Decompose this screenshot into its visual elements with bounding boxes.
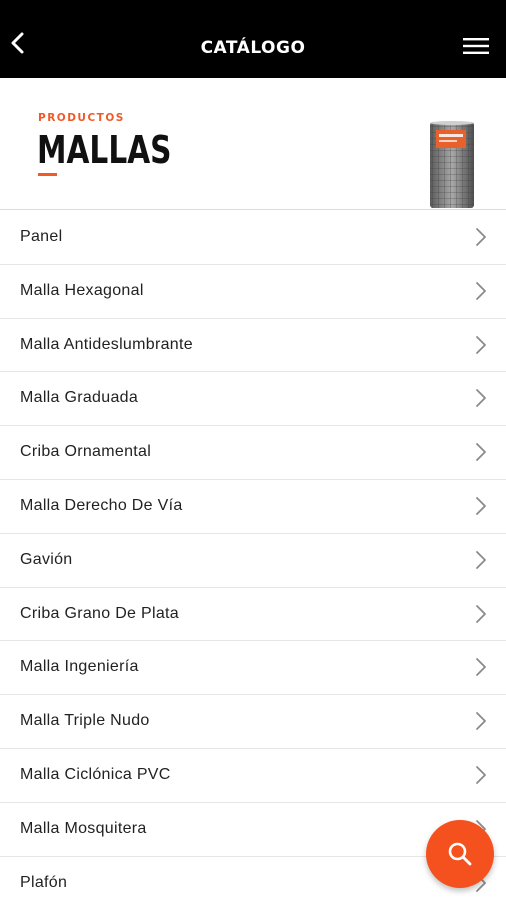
list-item[interactable]: Gavión [0, 534, 506, 588]
list-item[interactable]: Malla Derecho De Vía [0, 480, 506, 534]
category-kicker: PRODUCTOS [38, 112, 125, 124]
list-item[interactable]: Malla Hexagonal [0, 265, 506, 319]
list-item[interactable]: Criba Ornamental [0, 426, 506, 480]
list-item[interactable]: Malla Antideslumbrante [0, 319, 506, 373]
list-item[interactable]: Malla Graduada [0, 372, 506, 427]
chevron-right-icon [476, 550, 486, 569]
chevron-right-icon [476, 389, 486, 408]
list-item-label: Malla Ingeniería [20, 658, 139, 676]
hamburger-menu-icon [463, 38, 489, 54]
category-header: PRODUCTOS MALLAS [0, 78, 506, 210]
chevron-right-icon [476, 712, 486, 731]
top-app-bar: CATÁLOGO [0, 0, 506, 78]
list-item[interactable]: Malla Ingeniería [0, 641, 506, 696]
list-item-label: Gavión [20, 550, 73, 568]
title-accent-line [38, 173, 57, 176]
chevron-right-icon [476, 604, 486, 623]
list-item-label: Plafón [20, 873, 68, 891]
list-item[interactable]: Panel [0, 211, 506, 265]
chevron-right-icon [476, 281, 486, 300]
list-item-label: Criba Ornamental [20, 443, 152, 461]
chevron-right-icon [476, 335, 486, 354]
search-icon [448, 842, 472, 866]
product-list: Panel Malla Hexagonal Malla Antideslumbran… [0, 211, 506, 900]
list-item-label: Malla Derecho De Vía [20, 496, 183, 514]
list-item-label: Criba Grano De Plata [20, 604, 179, 622]
list-item-label: Malla Mosquitera [20, 819, 147, 837]
category-title: MALLAS [37, 128, 172, 172]
list-item[interactable]: Malla Ciclónica PVC [0, 749, 506, 803]
list-item[interactable]: Criba Grano De Plata [0, 588, 506, 642]
page-title: CATÁLOGO [200, 38, 306, 58]
chevron-right-icon [476, 497, 486, 515]
search-button[interactable] [426, 820, 494, 888]
list-item-label: Malla Antideslumbrante [20, 335, 193, 353]
list-item-label: Malla Triple Nudo [20, 712, 150, 730]
wire-mesh-roll-image [430, 121, 474, 208]
chevron-right-icon [476, 443, 486, 462]
list-item-label: Malla Ciclónica PVC [20, 765, 171, 783]
list-item-label: Panel [20, 228, 63, 245]
chevron-right-icon [476, 766, 486, 784]
chevron-right-icon [476, 228, 486, 246]
list-item[interactable]: Malla Triple Nudo [0, 695, 506, 749]
list-item-label: Malla Graduada [20, 389, 139, 407]
list-item-label: Malla Hexagonal [20, 281, 144, 299]
menu-button[interactable] [460, 32, 492, 60]
chevron-right-icon [476, 658, 486, 677]
